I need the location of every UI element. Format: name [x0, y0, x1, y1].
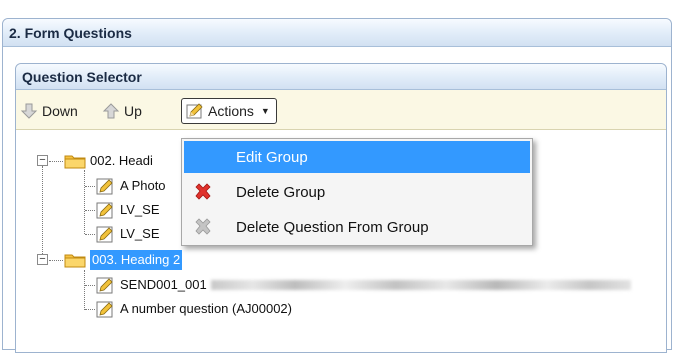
form-questions-header: 2. Form Questions [3, 19, 671, 47]
actions-menu: Edit Group Delete Group Delete Question … [181, 138, 533, 246]
pencil-icon [186, 102, 204, 120]
question-doc-icon [96, 300, 116, 318]
tree-connector [85, 186, 95, 187]
tree-group-label: 003. Heading 2 [90, 250, 183, 270]
menu-item-delete-question-from-group[interactable]: Delete Question From Group [184, 211, 530, 243]
folder-icon [64, 153, 86, 169]
delete-grey-x-icon [192, 216, 214, 238]
question-doc-icon [96, 225, 116, 243]
tree-connector [84, 270, 85, 310]
delete-red-x-icon [192, 181, 214, 203]
tree-connector [85, 234, 95, 235]
menu-item-edit-group[interactable]: Edit Group [184, 141, 530, 173]
tree-question-label: LV_SE [120, 226, 160, 241]
question-doc-icon [96, 177, 116, 195]
menu-item-label: Delete Question From Group [236, 218, 429, 236]
redacted-text [210, 280, 631, 290]
tree-connector [42, 166, 43, 264]
question-doc-icon [96, 276, 116, 294]
arrow-down-icon [20, 102, 38, 120]
folder-icon [64, 252, 86, 268]
actions-dropdown-button[interactable]: Actions ▼ [181, 98, 277, 124]
down-button[interactable]: Down [20, 99, 78, 123]
tree-group-row[interactable]: 002. Headi [64, 151, 153, 171]
menu-item-delete-group[interactable]: Delete Group [184, 176, 530, 208]
tree-connector [84, 170, 85, 234]
tree-question-row[interactable]: A Photo [96, 176, 166, 196]
tree-connector [85, 210, 95, 211]
question-selector-toolbar: Down Up Actions ▼ [16, 90, 666, 130]
question-doc-icon [96, 201, 116, 219]
up-button[interactable]: Up [102, 99, 142, 123]
down-button-label: Down [42, 103, 78, 119]
tree-connector [49, 161, 63, 162]
tree-question-label: A number question (AJ00002) [120, 301, 292, 316]
tree-question-row[interactable]: LV_SE [96, 200, 160, 220]
chevron-down-icon: ▼ [260, 106, 270, 116]
arrow-up-icon [102, 102, 120, 120]
collapse-toggle-icon[interactable]: − [37, 254, 48, 265]
tree-connector [49, 260, 63, 261]
tree-question-row[interactable]: LV_SE [96, 224, 160, 244]
actions-button-label: Actions [208, 103, 254, 119]
tree-group-row-selected[interactable]: 003. Heading 2 [64, 250, 183, 270]
tree-question-label: A Photo [120, 178, 166, 193]
menu-item-label: Edit Group [236, 148, 308, 166]
tree-question-row[interactable]: SEND001_001 [96, 275, 631, 295]
tree-question-label: LV_SE [120, 202, 160, 217]
tree-connector [85, 285, 95, 286]
tree-question-row[interactable]: A number question (AJ00002) [96, 299, 292, 319]
collapse-toggle-icon[interactable]: − [37, 155, 48, 166]
question-selector-header: Question Selector [16, 64, 666, 90]
tree-group-label: 002. Headi [90, 153, 153, 168]
up-button-label: Up [124, 103, 142, 119]
tree-question-label: SEND001_001 [120, 277, 207, 292]
menu-item-label: Delete Group [236, 183, 326, 201]
tree-connector [85, 309, 95, 310]
